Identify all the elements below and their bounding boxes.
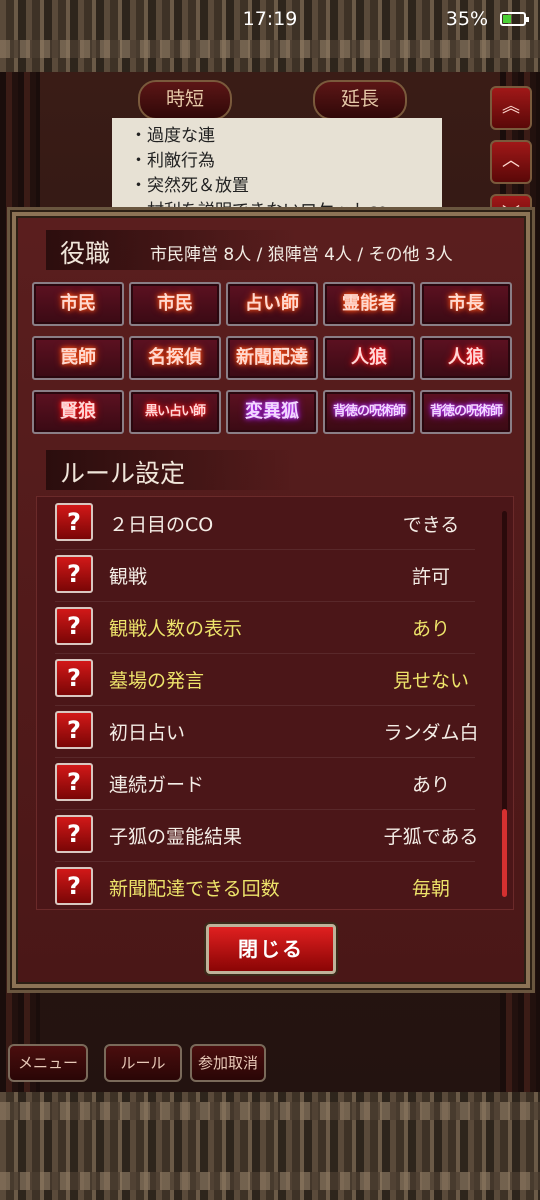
rule-label: 観戦 [109, 566, 148, 588]
help-icon[interactable]: ? [55, 607, 93, 645]
scrollbar-thumb[interactable] [502, 809, 507, 897]
rule-value: 見せない [392, 670, 469, 692]
extend-time-button[interactable]: 延長 [313, 80, 407, 120]
help-icon[interactable]: ? [55, 867, 93, 905]
bottom-ornament [0, 1092, 540, 1200]
role-immoral-sorcerer[interactable]: 背徳の呪術師 [323, 390, 415, 434]
role-medium[interactable]: 霊能者 [323, 282, 415, 326]
rule-value: あり [411, 774, 450, 796]
note-line: ・過度な連 [130, 126, 215, 146]
rule-label: 観戦人数の表示 [109, 618, 243, 640]
rules-list[interactable]: ? ２日目のCO できる ? 観戦 許可 ? 観戦人数の表示 あり ? 墓場の発… [36, 496, 514, 910]
role-immoral-sorcerer[interactable]: 背徳の呪術師 [420, 390, 512, 434]
rule-row: ? ２日目のCO できる [55, 497, 475, 550]
rule-value: 子狐である [383, 826, 479, 848]
menu-button[interactable]: メニュー [8, 1044, 88, 1082]
scroll-top-icon[interactable]: ︽ [490, 86, 532, 130]
rule-value: 許可 [411, 566, 450, 588]
help-icon[interactable]: ? [55, 503, 93, 541]
role-mayor[interactable]: 市長 [420, 282, 512, 326]
help-icon[interactable]: ? [55, 763, 93, 801]
rule-row: ? 観戦 許可 [55, 549, 475, 602]
rule-row: ? 連続ガード あり [55, 757, 475, 810]
role-black-seer[interactable]: 黒い占い師 [129, 390, 221, 434]
rule-value: ランダム白 [383, 722, 479, 744]
rules-title: ルール設定 [60, 459, 186, 488]
role-werewolf[interactable]: 人狼 [420, 336, 512, 380]
status-bar: 17:19 35% [0, 0, 540, 40]
role-citizen[interactable]: 市民 [129, 282, 221, 326]
rule-label: 連続ガード [109, 774, 205, 796]
role-detective[interactable]: 名探偵 [129, 336, 221, 380]
roles-summary: 市民陣営 8人 / 狼陣営 4人 / その他 3人 [150, 245, 453, 265]
help-icon[interactable]: ? [55, 659, 93, 697]
note-line: ・突然死＆放置 [130, 176, 249, 196]
rule-row: ? 墓場の発言 見せない [55, 653, 475, 706]
role-trapper[interactable]: 罠師 [32, 336, 124, 380]
note-line: ・利敵行為 [130, 151, 215, 171]
role-seer[interactable]: 占い師 [226, 282, 318, 326]
rule-row: ? 新聞配達できる回数 毎朝 [55, 861, 475, 909]
battery-percent: 35% [445, 8, 488, 30]
shorten-time-button[interactable]: 時短 [138, 80, 232, 120]
role-citizen[interactable]: 市民 [32, 282, 124, 326]
rule-label: 新聞配達できる回数 [109, 878, 280, 900]
rule-label: ２日目のCO [109, 514, 214, 536]
help-icon[interactable]: ? [55, 555, 93, 593]
scroll-up-icon[interactable]: ︿ [490, 140, 532, 184]
rule-row: ? 初日占い ランダム白 [55, 705, 479, 758]
help-icon[interactable]: ? [55, 711, 93, 749]
rule-label: 子狐の霊能結果 [109, 826, 243, 848]
rule-value: できる [402, 514, 460, 536]
rule-label: 墓場の発言 [109, 670, 205, 692]
rule-value: 毎朝 [411, 878, 450, 900]
role-werewolf[interactable]: 人狼 [323, 336, 415, 380]
battery-icon [500, 12, 529, 26]
rule-row: ? 子狐の霊能結果 子狐である [55, 809, 478, 862]
role-grid: 市民 市民 占い師 霊能者 市長 罠師 名探偵 新聞配達 人狼 人狼 賢狼 黒い… [32, 282, 516, 434]
rule-row: ? 観戦人数の表示 あり [55, 601, 475, 654]
cancel-participation-button[interactable]: 参加取消 [190, 1044, 266, 1082]
rule-label: 初日占い [109, 722, 186, 744]
roles-title: 役職 [60, 239, 111, 268]
help-icon[interactable]: ? [55, 815, 93, 853]
role-paperboy[interactable]: 新聞配達 [226, 336, 318, 380]
close-button[interactable]: 閉じる [206, 924, 336, 974]
role-wise-wolf[interactable]: 賢狼 [32, 390, 124, 434]
rule-button[interactable]: ルール [104, 1044, 182, 1082]
rules-dialog: 役職 市民陣営 8人 / 狼陣営 4人 / その他 3人 市民 市民 占い師 霊… [12, 212, 530, 988]
rule-value: あり [411, 618, 450, 640]
role-mutant-fox[interactable]: 変異狐 [226, 390, 318, 434]
